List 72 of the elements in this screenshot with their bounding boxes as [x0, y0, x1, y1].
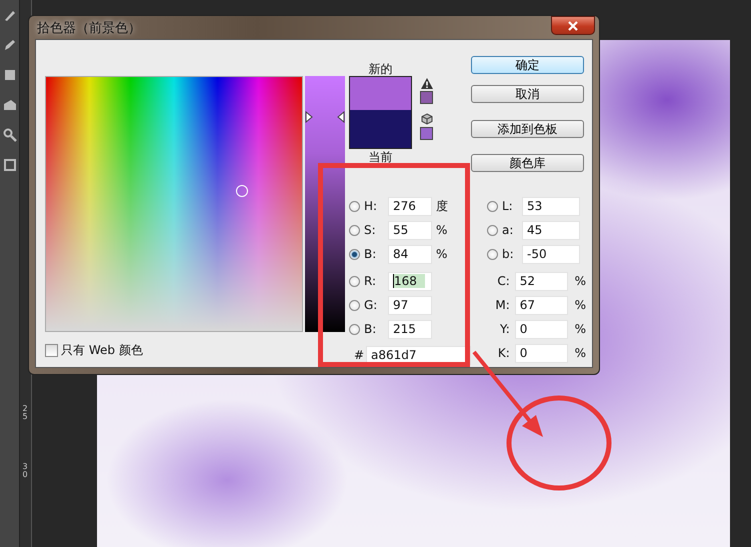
value-field[interactable]: 55 [388, 220, 432, 240]
field-label: K: [496, 346, 511, 360]
dialog-button[interactable]: 添加到色板 [471, 120, 584, 138]
new-color-swatch[interactable] [350, 77, 411, 110]
warning-icon[interactable] [420, 78, 432, 89]
value-field[interactable]: 84 [388, 244, 432, 264]
hex-label: # [353, 348, 365, 362]
value-field[interactable]: 168 [388, 272, 432, 290]
field-label: a: [502, 223, 514, 237]
swatch-label: 当前 [368, 149, 392, 164]
radio-button[interactable] [487, 224, 498, 236]
brush-icon[interactable] [2, 8, 16, 22]
close-icon [568, 20, 578, 30]
field-label: b: [502, 247, 515, 261]
value-field[interactable]: 0 [514, 344, 568, 362]
radio-button[interactable] [349, 248, 360, 260]
value-field[interactable]: 45 [522, 220, 580, 240]
cube-icon[interactable] [420, 113, 432, 125]
dialog-button[interactable]: 颜色库 [471, 154, 584, 172]
ruler-number: 25 [22, 405, 28, 421]
field-label: G: [364, 298, 378, 312]
ruler-number: 30 [22, 463, 28, 479]
value-field[interactable]: 276 [388, 196, 432, 216]
unit-label: % [574, 322, 586, 336]
radio-button[interactable] [349, 276, 360, 286]
field-label: M: [494, 298, 511, 312]
unit-label: % [574, 274, 586, 288]
alert-swatch[interactable] [420, 127, 433, 140]
unit-label: % [574, 346, 586, 360]
current-color-swatch[interactable] [350, 110, 411, 148]
unit-label: % [574, 298, 586, 312]
unit-label: % [436, 247, 448, 261]
swatch-label: 新的 [368, 61, 392, 76]
radio-button[interactable] [349, 200, 360, 212]
radio-button[interactable] [349, 300, 360, 310]
radio-button[interactable] [349, 324, 360, 334]
alert-swatch[interactable] [420, 91, 433, 104]
pen-icon[interactable] [2, 38, 16, 52]
field-label: Y: [499, 322, 511, 336]
value-field[interactable]: 215 [388, 320, 432, 338]
square-icon[interactable] [2, 158, 16, 172]
value-field[interactable]: 97 [388, 296, 432, 314]
value-field[interactable]: 0 [514, 320, 568, 338]
field-label: S: [364, 223, 377, 237]
radio-button[interactable] [487, 200, 498, 212]
field-label: B: [364, 247, 378, 261]
dialog-button[interactable]: 确定 [471, 56, 584, 74]
web-only-label: 只有 Web 颜色 [61, 342, 143, 359]
value-field[interactable]: 52 [514, 272, 568, 290]
magnifier-icon[interactable] [2, 128, 16, 142]
window-title: 拾色器（前景色） [36, 20, 141, 36]
web-only-checkbox[interactable] [45, 344, 58, 357]
color-field[interactable] [45, 76, 303, 332]
rectangle-icon[interactable] [2, 68, 16, 82]
field-label: L: [502, 199, 514, 213]
shape-icon[interactable] [2, 98, 16, 112]
value-field[interactable]: -50 [522, 244, 580, 264]
close-button[interactable] [551, 16, 595, 35]
field-label: C: [496, 274, 511, 288]
radio-button[interactable] [349, 224, 360, 236]
value-field[interactable]: 67 [514, 296, 568, 314]
unit-label: % [436, 223, 448, 237]
value-field[interactable]: 53 [522, 196, 580, 216]
field-label: R: [364, 274, 378, 288]
dialog-button[interactable]: 取消 [471, 85, 584, 103]
radio-button[interactable] [487, 248, 498, 260]
field-label: H: [364, 199, 378, 213]
brightness-slider[interactable] [305, 76, 345, 332]
color-marker[interactable] [236, 185, 248, 198]
unit-label: 度 [436, 198, 448, 214]
field-label: B: [364, 322, 378, 336]
slider-handle[interactable] [305, 110, 345, 123]
